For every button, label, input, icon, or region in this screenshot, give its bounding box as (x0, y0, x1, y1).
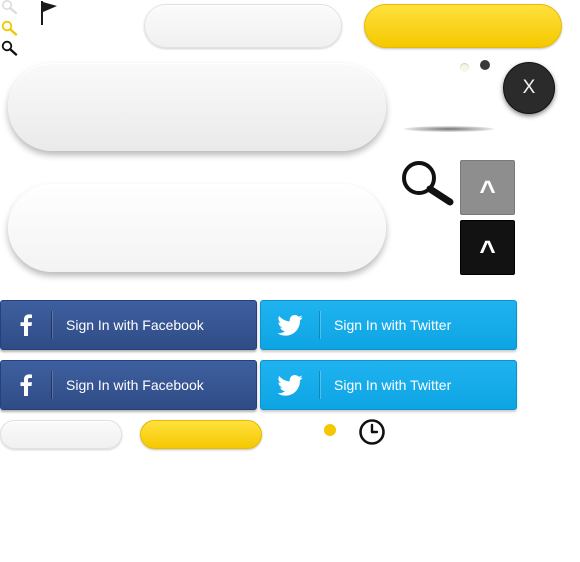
small-yellow-pill-button[interactable] (140, 420, 262, 449)
facebook-signin-label: Sign In with Facebook (66, 317, 204, 333)
search-input-pill[interactable] (144, 4, 342, 48)
facebook-icon (20, 314, 32, 336)
facebook-icon-wrap (1, 301, 51, 349)
yellow-dot (324, 424, 336, 436)
small-input-pill[interactable] (0, 420, 122, 449)
facebook-icon (20, 374, 32, 396)
search-icon-light[interactable] (1, 0, 19, 14)
button-separator (319, 371, 320, 399)
twitter-signin-button[interactable]: Sign In with Twitter (260, 300, 517, 350)
button-separator (319, 311, 320, 339)
facebook-signin-label: Sign In with Facebook (66, 377, 204, 393)
twitter-icon-wrap (261, 361, 319, 409)
facebook-icon-wrap (1, 361, 51, 409)
search-icon-yellow[interactable] (1, 20, 19, 36)
search-icon-large[interactable] (399, 158, 455, 206)
twitter-signin-label: Sign In with Twitter (334, 377, 452, 393)
facebook-signin-button[interactable]: Sign In with Facebook (0, 300, 257, 350)
large-input-pill-flat[interactable] (8, 184, 386, 272)
shadow-divider (404, 126, 494, 132)
twitter-signin-label: Sign In with Twitter (334, 317, 452, 333)
twitter-signin-button-alt[interactable]: Sign In with Twitter (260, 360, 517, 410)
scroll-top-button-gray[interactable]: ^ (460, 160, 515, 215)
slider-dot-active[interactable] (480, 60, 490, 70)
search-icon-black[interactable] (1, 40, 19, 56)
close-button[interactable]: X (503, 62, 555, 114)
button-separator (51, 371, 52, 399)
slider-dot-inactive[interactable] (460, 63, 469, 72)
large-input-pill[interactable] (8, 63, 386, 151)
yellow-pill-button[interactable] (364, 4, 562, 48)
flag-icon[interactable] (40, 0, 60, 26)
facebook-signin-button-alt[interactable]: Sign In with Facebook (0, 360, 257, 410)
twitter-icon (277, 314, 303, 336)
twitter-icon (277, 374, 303, 396)
button-separator (51, 311, 52, 339)
scroll-top-button-black[interactable]: ^ (460, 220, 515, 275)
twitter-icon-wrap (261, 301, 319, 349)
clock-icon[interactable] (358, 418, 386, 446)
